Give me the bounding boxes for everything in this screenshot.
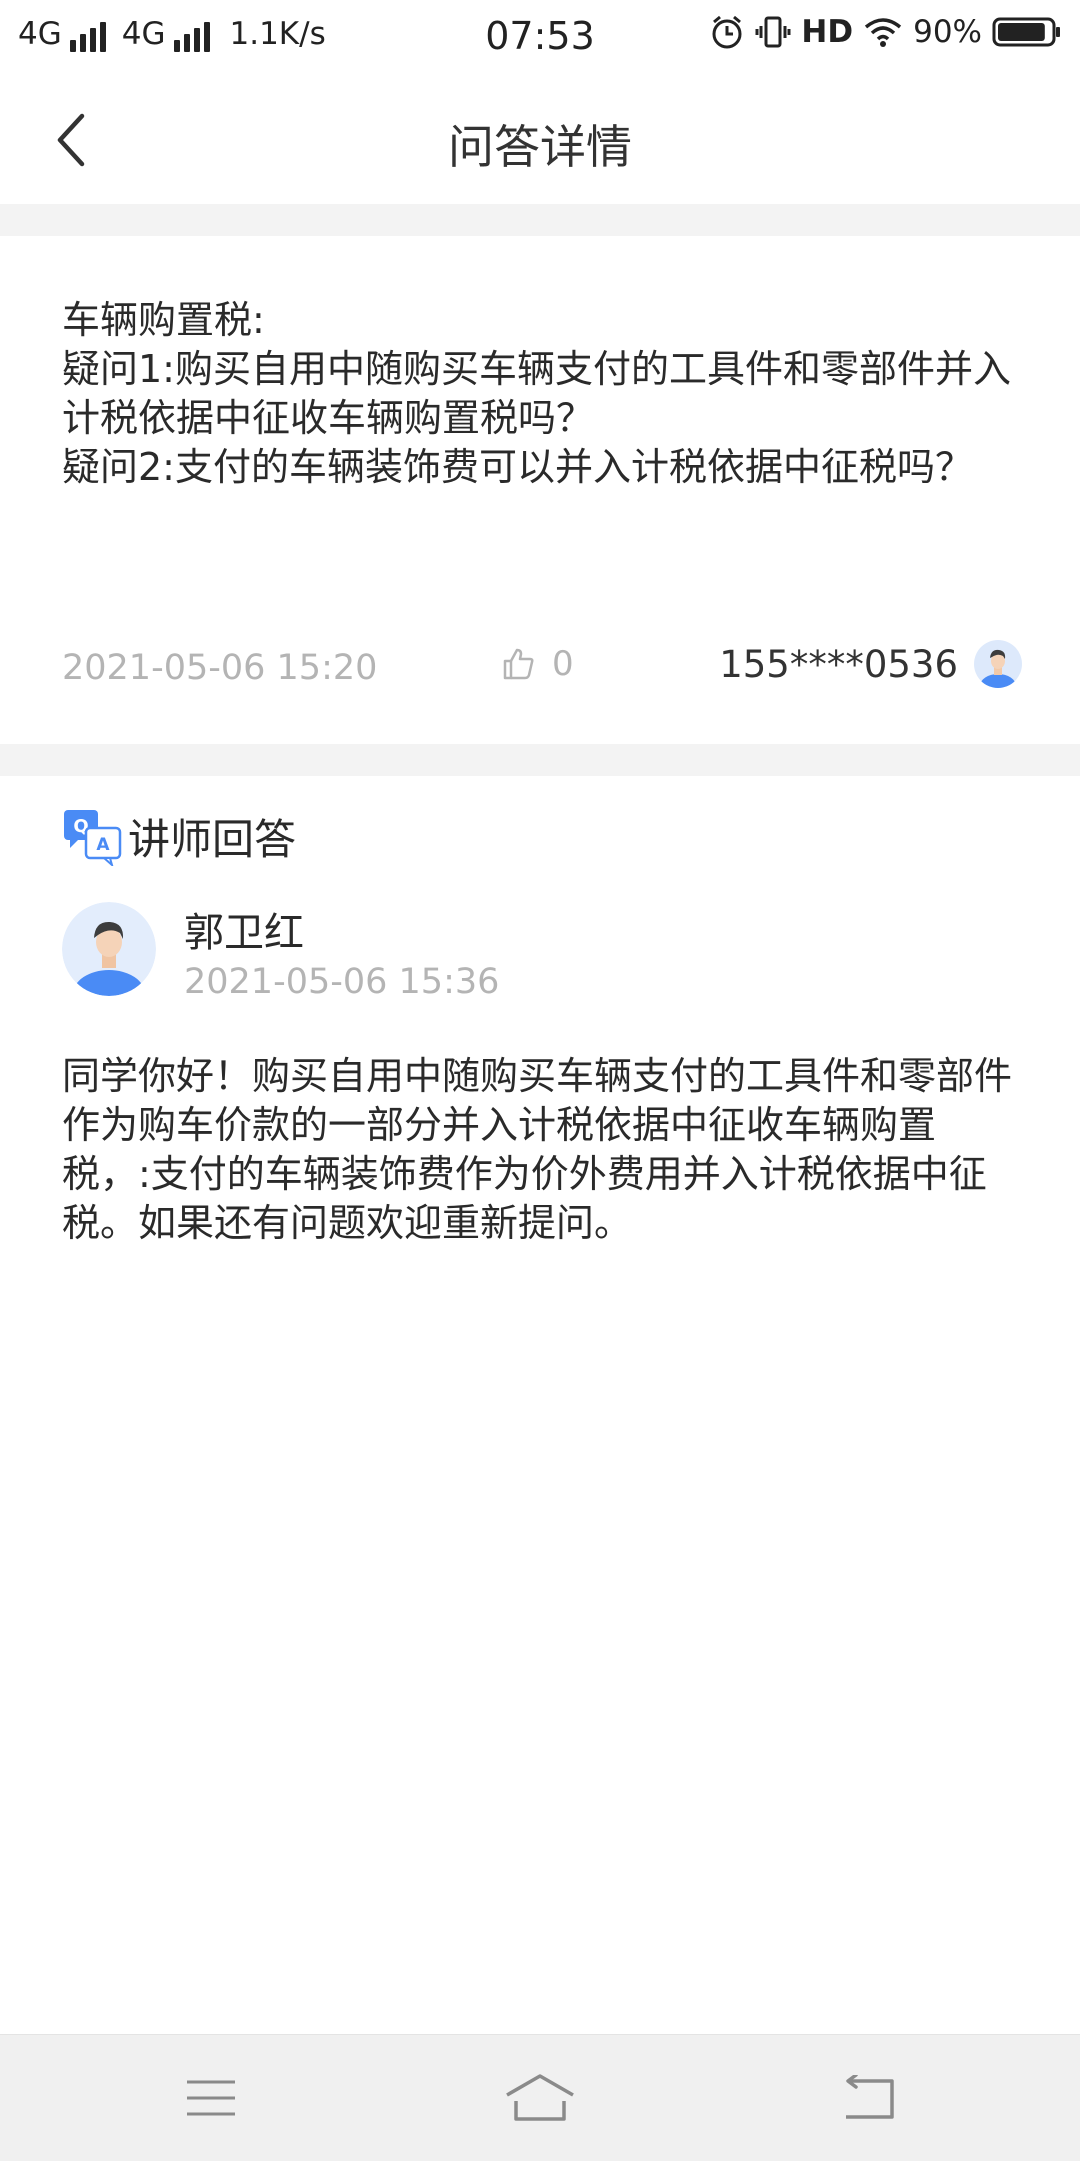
question-user[interactable]: 155****0536 — [719, 640, 1022, 688]
status-right: HD 90% — [709, 14, 1062, 50]
nav-bar: 问答详情 — [0, 76, 1080, 204]
thumbs-up-icon — [503, 648, 534, 680]
like-button[interactable]: 0 — [502, 644, 574, 684]
divider — [0, 204, 1080, 236]
battery-icon — [992, 16, 1062, 48]
alarm-icon — [709, 14, 745, 50]
menu-icon — [187, 2080, 235, 2116]
answer-time: 2021-05-06 15:36 — [184, 962, 500, 1002]
answer-text: 同学你好！购买自用中随购买车辆支付的工具件和零部件作为购车价款的一部分并入计税依… — [62, 1054, 1013, 1245]
answer-header: Q A 讲师回答 — [62, 806, 296, 867]
page-title: 问答详情 — [448, 120, 632, 174]
system-nav-bar — [0, 2034, 1080, 2161]
hd-indicator: HD — [801, 14, 854, 50]
home-icon — [506, 2074, 574, 2121]
home-button[interactable] — [490, 2063, 590, 2133]
back-icon — [846, 2075, 894, 2119]
back-system-button[interactable] — [819, 2063, 919, 2133]
svg-text:A: A — [96, 835, 110, 855]
answer-section: Q A 讲师回答 郭卫红 2021-05-06 15:36 同学你好！购买自用中… — [0, 776, 1080, 2036]
question-card: 车辆购置税: 疑问1:购买自用中随购买车辆支付的工具件和零部件并入计税依据中征收… — [0, 236, 1080, 744]
teacher-name: 郭卫红 — [184, 910, 304, 956]
like-count: 0 — [552, 644, 574, 684]
qa-icon: Q A — [64, 809, 122, 866]
divider — [0, 744, 1080, 776]
question-text: 车辆购置税: 疑问1:购买自用中随购买车辆支付的工具件和零部件并入计税依据中征收… — [62, 298, 1011, 489]
vibrate-icon — [755, 14, 791, 50]
wifi-icon — [863, 16, 903, 48]
question-date: 2021-05-06 15:20 — [62, 648, 378, 688]
user-phone: 155****0536 — [719, 642, 958, 686]
user-avatar — [974, 640, 1022, 688]
teacher-avatar[interactable] — [62, 902, 156, 996]
status-bar: 4G 4G 1.1K/s 07:53 HD 90% — [0, 0, 1080, 76]
menu-button[interactable] — [161, 2063, 261, 2133]
question-meta: 2021-05-06 15:20 0 155****0536 — [62, 640, 1022, 696]
battery-percent: 90% — [913, 14, 982, 50]
answer-section-label: 讲师回答 — [128, 815, 297, 864]
